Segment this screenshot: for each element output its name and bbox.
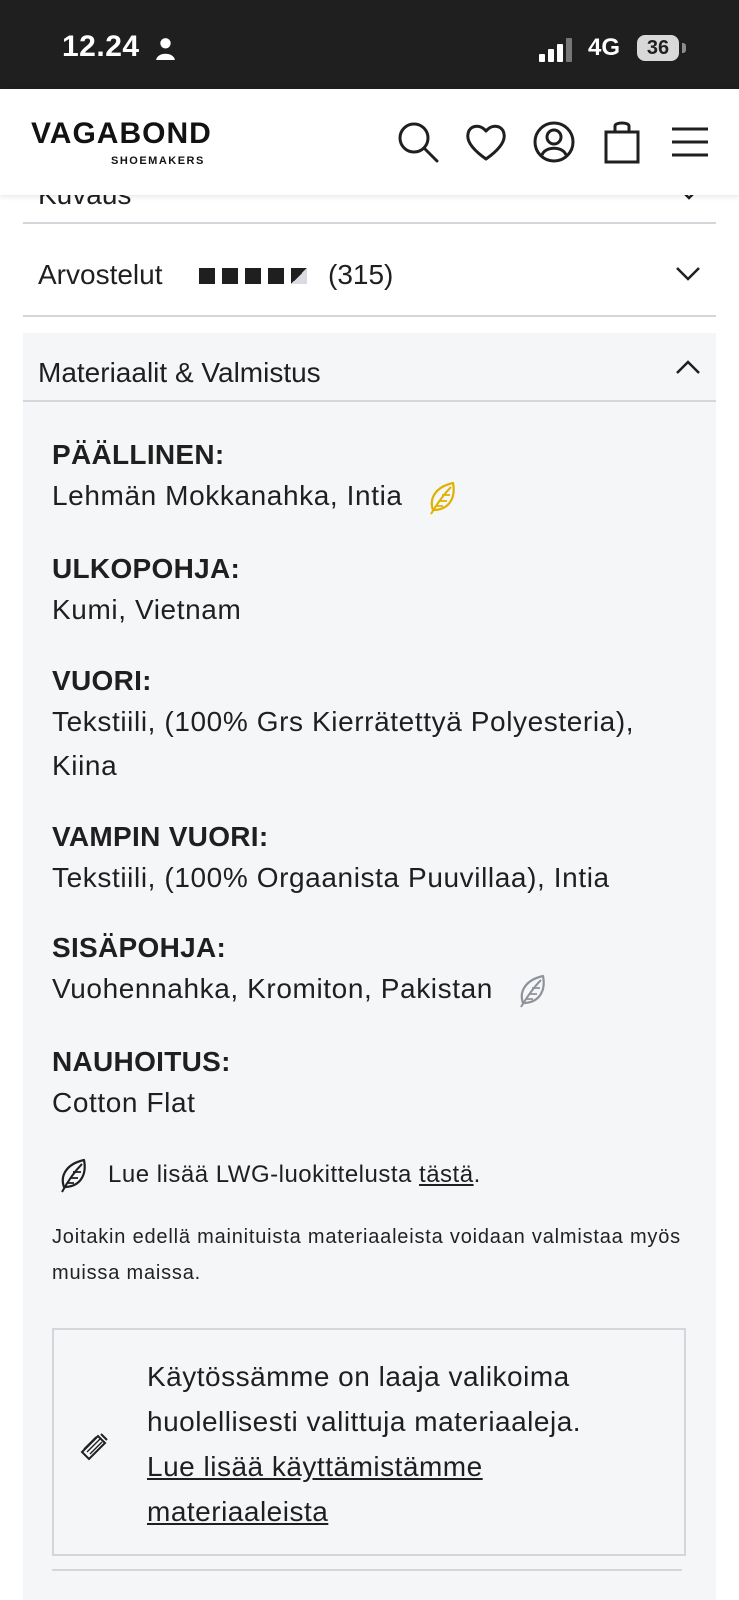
rating-square xyxy=(245,268,261,284)
material-value-text: Lehmän Mokkanahka, Intia xyxy=(52,480,403,511)
rating-square xyxy=(222,268,238,284)
info-box-text: Käytössämme on laaja valikoima huolellis… xyxy=(147,1354,667,1534)
accordion-materials[interactable]: Materiaalit & Valmistus xyxy=(23,333,716,402)
material-outsole: ULKOPOHJA: Kumi, Vietnam xyxy=(52,550,692,632)
lwg-link[interactable]: tästä xyxy=(419,1161,474,1188)
material-upper: PÄÄLLINEN: Lehmän Mokkanahka, Intia xyxy=(52,436,692,518)
site-header: VAGABOND SHOEMAKERS xyxy=(0,89,739,195)
account-button[interactable] xyxy=(532,120,576,164)
material-laces: NAUHOITUS: Cotton Flat xyxy=(52,1043,692,1125)
rating-square xyxy=(199,268,215,284)
material-title: PÄÄLLINEN: xyxy=(52,439,225,470)
lwg-suffix: . xyxy=(473,1161,481,1188)
leaf-icon xyxy=(61,1158,86,1193)
search-button[interactable] xyxy=(396,120,440,164)
wishlist-button[interactable] xyxy=(464,120,508,164)
material-title: VUORI: xyxy=(52,665,152,696)
material-title: ULKOPOHJA: xyxy=(52,553,241,584)
logo-wordmark: VAGABOND xyxy=(31,117,212,150)
next-info-box xyxy=(52,1569,682,1591)
material-value: Tekstiili, (100% Grs Kierrätettyä Polyes… xyxy=(52,706,635,781)
material-value-text: Vuohennahka, Kromiton, Pakistan xyxy=(52,973,493,1004)
rating-square-half xyxy=(291,268,307,284)
person-icon xyxy=(156,38,175,60)
product-details: Kuvaus Arvostelut (315) Materiaalit & Va… xyxy=(23,195,716,1600)
logo-tagline: SHOEMAKERS xyxy=(111,155,205,167)
materials-label: Materiaalit & Valmistus xyxy=(38,357,321,388)
lwg-prefix: Lue lisää LWG-luokittelusta xyxy=(108,1161,420,1188)
lwg-info: Lue lisää LWG-luokittelusta tästä. xyxy=(58,1157,698,1197)
info-box-description: Käytössämme on laaja valikoima huolellis… xyxy=(147,1361,582,1437)
leaf-icon xyxy=(520,974,546,1008)
material-value: Lehmän Mokkanahka, Intia xyxy=(52,474,692,518)
material-value: Kumi, Vietnam xyxy=(52,594,242,625)
review-count: (315) xyxy=(328,259,394,290)
materials-disclaimer: Joitakin edellä mainituista materiaaleis… xyxy=(52,1226,681,1284)
accordion-description[interactable]: Kuvaus xyxy=(23,195,716,224)
battery-icon: 36 xyxy=(637,35,686,63)
material-value: Vuohennahka, Kromiton, Pakistan xyxy=(52,967,692,1011)
materials-learn-more-link[interactable]: Lue lisää käyttämistämme materiaaleista xyxy=(147,1444,667,1534)
network-type: 4G xyxy=(588,34,621,61)
chevron-down-icon xyxy=(676,267,700,281)
status-time: 12.24 xyxy=(62,30,140,63)
reviews-label: Arvostelut xyxy=(38,259,163,290)
material-title: SISÄPOHJA: xyxy=(52,932,227,963)
material-title: VAMPIN VUORI: xyxy=(52,821,269,852)
material-lining: VUORI: Tekstiili, (100% Grs Kierrätettyä… xyxy=(52,662,692,788)
brand-logo[interactable]: VAGABOND SHOEMAKERS xyxy=(31,117,286,168)
rating-square xyxy=(268,268,284,284)
chevron-down-icon xyxy=(684,195,694,200)
account-icon xyxy=(533,121,575,163)
accordion-reviews[interactable]: Arvostelut (315) xyxy=(23,223,716,317)
material-vamp-lining: VAMPIN VUORI: Tekstiili, (100% Orgaanist… xyxy=(52,818,692,900)
material-swatch-icon xyxy=(80,1433,108,1461)
cart-button[interactable] xyxy=(600,120,644,164)
rating-stars xyxy=(199,268,314,284)
leaf-icon xyxy=(430,481,455,515)
heart-icon xyxy=(466,124,506,161)
status-bar: 12.24 4G 36 xyxy=(0,0,739,89)
material-value: Cotton Flat xyxy=(52,1087,196,1118)
battery-tip xyxy=(682,43,686,53)
battery-level: 36 xyxy=(637,35,679,61)
chevron-up-icon xyxy=(676,360,700,374)
menu-icon xyxy=(672,127,708,157)
materials-info-box: Käytössämme on laaja valikoima huolellis… xyxy=(52,1328,686,1556)
search-icon xyxy=(398,122,439,163)
accordion-description-label: Kuvaus xyxy=(38,195,131,211)
materials-panel: Materiaalit & Valmistus PÄÄLLINEN: Lehmä… xyxy=(23,333,716,1600)
material-title: NAUHOITUS: xyxy=(52,1046,231,1077)
signal-icon xyxy=(539,38,572,62)
material-insole: SISÄPOHJA: Vuohennahka, Kromiton, Pakist… xyxy=(52,929,692,1011)
lwg-text: Lue lisää LWG-luokittelusta tästä. xyxy=(108,1161,481,1189)
menu-button[interactable] xyxy=(668,120,712,164)
bag-icon xyxy=(604,121,640,164)
material-value: Tekstiili, (100% Orgaanista Puuvillaa), … xyxy=(52,862,610,893)
